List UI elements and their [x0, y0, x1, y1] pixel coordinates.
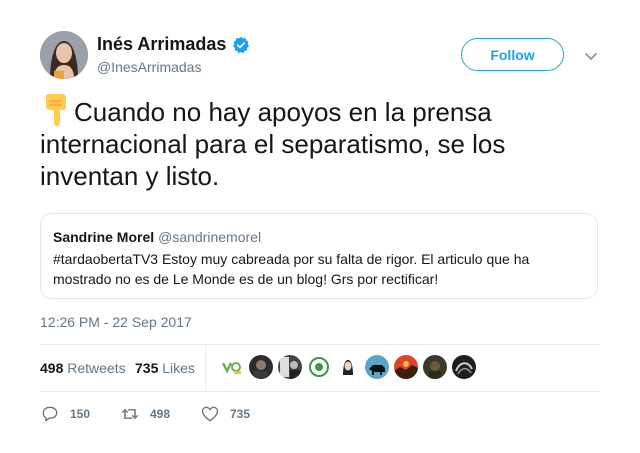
- quoted-tweet-card[interactable]: Sandrine Morel @sandrinemorel #tardaobert…: [40, 213, 598, 299]
- quoted-author: Sandrine Morel @sandrinemorel: [53, 229, 261, 245]
- pointing-down-hand-icon: [40, 93, 74, 127]
- author-avatar[interactable]: [40, 31, 88, 79]
- tweet-text: Cuando no hay apoyos en la prensa intern…: [40, 93, 600, 192]
- author-name-text[interactable]: Inés Arrimadas: [97, 34, 226, 55]
- retweets-stat-count: 498: [40, 360, 64, 376]
- liker-avatar[interactable]: [336, 355, 360, 379]
- author-handle[interactable]: @InesArrimadas: [97, 59, 201, 75]
- liker-avatar[interactable]: [220, 355, 244, 379]
- quoted-author-name: Sandrine Morel: [53, 229, 155, 245]
- verified-badge-icon: [232, 36, 250, 54]
- retweets-stat-label: Retweets: [67, 360, 126, 376]
- liker-avatar[interactable]: [452, 355, 476, 379]
- reply-count: 150: [70, 407, 91, 421]
- stats-bottom-divider: [40, 391, 600, 392]
- quoted-tweet-text: #tardaobertaTV3 Estoy muy cabreada por s…: [53, 251, 530, 287]
- heart-icon: [201, 406, 219, 422]
- liker-avatar[interactable]: [249, 355, 273, 379]
- liker-avatar[interactable]: [394, 355, 418, 379]
- retweet-icon: [121, 409, 139, 419]
- retweet-count: 498: [150, 407, 171, 421]
- quoted-author-handle: @sandrinemorel: [158, 229, 262, 245]
- stats-top-divider: [40, 344, 600, 345]
- liker-avatar[interactable]: [278, 355, 302, 379]
- tweet-timestamp[interactable]: 12:26 PM - 22 Sep 2017: [40, 314, 192, 330]
- chevron-down-icon[interactable]: [584, 49, 598, 61]
- tweet-text-body: Cuando no hay apoyos en la prensa intern…: [40, 97, 506, 191]
- likes-stat[interactable]: 735 Likes: [135, 360, 195, 376]
- retweets-stat[interactable]: 498 Retweets: [40, 360, 126, 376]
- reply-icon: [42, 406, 58, 422]
- liker-avatar[interactable]: [365, 355, 389, 379]
- like-count: 735: [230, 407, 251, 421]
- liker-avatars: [220, 355, 476, 379]
- stats-vertical-divider: [205, 345, 206, 391]
- likes-stat-label: Likes: [162, 360, 195, 376]
- author-name[interactable]: Inés Arrimadas: [97, 34, 250, 55]
- likes-stat-count: 735: [135, 360, 159, 376]
- follow-button[interactable]: Follow: [461, 38, 564, 71]
- liker-avatar[interactable]: [423, 355, 447, 379]
- like-action[interactable]: 735: [200, 404, 250, 424]
- retweet-action[interactable]: 498: [120, 404, 170, 424]
- reply-action[interactable]: 150: [40, 404, 90, 424]
- liker-avatar[interactable]: [307, 355, 331, 379]
